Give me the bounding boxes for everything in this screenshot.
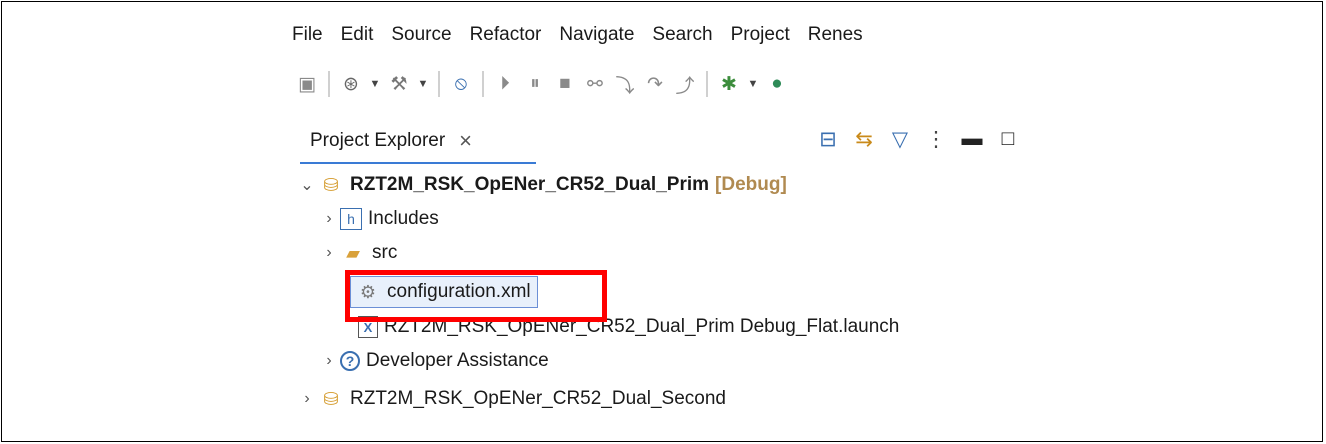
tab-label: Project Explorer xyxy=(310,130,446,151)
menu-bar: File Edit Source Refactor Navigate Searc… xyxy=(292,18,1052,52)
terminate-icon[interactable]: ■ xyxy=(550,69,580,99)
toolbar-separator xyxy=(706,71,708,97)
chevron-right-icon[interactable]: › xyxy=(320,210,338,228)
collapse-all-icon[interactable]: ⊟ xyxy=(810,124,846,154)
chevron-right-icon[interactable]: › xyxy=(320,352,338,370)
project-name: RZT2M_RSK_OpENer_CR52_Dual_Second xyxy=(350,388,726,409)
tree-item-includes[interactable]: › h Includes xyxy=(320,202,439,236)
view-toolbar: ⊟ ⇆ ▽ ⋮ ▬ □ xyxy=(810,124,1026,154)
tree-item-project-prim[interactable]: ⌄ ⛁ RZT2M_RSK_OpENer_CR52_Dual_Prim [Deb… xyxy=(298,168,787,202)
assistance-label: Developer Assistance xyxy=(366,350,549,371)
close-icon[interactable]: × xyxy=(459,128,472,154)
menu-refactor[interactable]: Refactor xyxy=(470,24,542,46)
menu-file[interactable]: File xyxy=(292,24,323,46)
toolbar-separator xyxy=(438,71,440,97)
help-icon: ? xyxy=(340,351,360,371)
source-folder-icon: ▰ xyxy=(346,242,360,263)
project-explorer-view-header: Project Explorer × ⊟ ⇆ ▽ ⋮ ▬ □ xyxy=(292,118,1052,164)
project-name: RZT2M_RSK_OpENer_CR52_Dual_Prim xyxy=(350,174,710,195)
menu-renesas[interactable]: Renes xyxy=(808,24,863,46)
chevron-down-icon[interactable]: ▼ xyxy=(414,69,432,99)
chevron-right-icon[interactable]: › xyxy=(298,390,316,408)
maximize-icon[interactable]: □ xyxy=(990,124,1026,154)
c-project-folder-icon: ⛁ xyxy=(323,388,339,409)
build-config-icon[interactable]: ⊛ xyxy=(336,69,366,99)
minimize-icon[interactable]: ▬ xyxy=(954,124,990,154)
build-config-label: [Debug] xyxy=(715,174,787,195)
save-icon[interactable]: ▣ xyxy=(292,69,322,99)
src-label: src xyxy=(372,242,398,263)
link-with-editor-icon[interactable]: ⇆ xyxy=(846,124,882,154)
toolbar: ▣ ⊛ ▼ ⚒ ▼ ⦸ ⏵ ⏸ ■ ⚯ ⤵ ↷ ⤴ ✱ ▼ ● xyxy=(292,64,1052,104)
menu-navigate[interactable]: Navigate xyxy=(559,24,634,46)
chevron-down-icon[interactable]: ▼ xyxy=(744,69,762,99)
c-project-folder-icon: ⛁ xyxy=(323,174,339,195)
menu-project[interactable]: Project xyxy=(731,24,790,46)
chevron-down-icon[interactable]: ▼ xyxy=(366,69,384,99)
step-return-icon[interactable]: ⤴ xyxy=(670,69,700,99)
tree-item-developer-assistance[interactable]: › ? Developer Assistance xyxy=(320,344,549,378)
filter-icon[interactable]: ▽ xyxy=(882,124,918,154)
skip-breakpoints-icon[interactable]: ⦸ xyxy=(446,69,476,99)
hammer-icon[interactable]: ⚒ xyxy=(384,69,414,99)
tab-project-explorer[interactable]: Project Explorer × xyxy=(310,128,472,154)
suspend-icon[interactable]: ⏸ xyxy=(520,69,550,99)
active-tab-underline xyxy=(300,162,536,164)
step-into-icon[interactable]: ⤵ xyxy=(610,69,640,99)
disconnect-icon[interactable]: ⚯ xyxy=(580,69,610,99)
step-over-icon[interactable]: ↷ xyxy=(640,69,670,99)
toolbar-separator xyxy=(482,71,484,97)
resume-icon[interactable]: ⏵ xyxy=(490,69,520,99)
tree-item-src[interactable]: › ▰ src xyxy=(320,236,397,270)
tree-item-project-second[interactable]: › ⛁ RZT2M_RSK_OpENer_CR52_Dual_Second xyxy=(298,382,726,416)
red-highlight-box xyxy=(345,270,607,322)
chevron-right-icon[interactable]: › xyxy=(320,244,338,262)
menu-source[interactable]: Source xyxy=(391,24,451,46)
chevron-down-icon[interactable]: ⌄ xyxy=(298,175,316,195)
run-icon[interactable]: ● xyxy=(762,69,792,99)
includes-icon: h xyxy=(340,208,362,230)
menu-search[interactable]: Search xyxy=(652,24,712,46)
debug-bug-icon[interactable]: ✱ xyxy=(714,69,744,99)
view-menu-icon[interactable]: ⋮ xyxy=(918,124,954,154)
menu-edit[interactable]: Edit xyxy=(341,24,374,46)
includes-label: Includes xyxy=(368,208,439,229)
toolbar-separator xyxy=(328,71,330,97)
